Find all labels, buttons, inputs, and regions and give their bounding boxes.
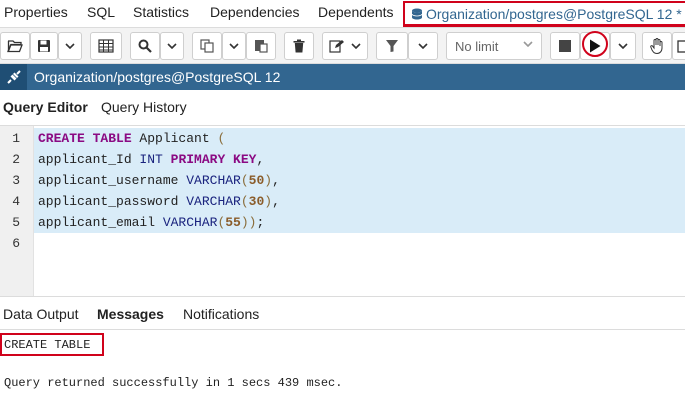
tab-dependencies[interactable]: Dependencies bbox=[210, 4, 300, 20]
tab-query-tool-label: Organization/postgres@PostgreSQL 12 * bbox=[426, 6, 682, 22]
code-line: 2 applicant_Id INT PRIMARY KEY, bbox=[0, 149, 685, 170]
message-result: CREATE TABLE bbox=[4, 338, 91, 352]
edit-button[interactable] bbox=[322, 32, 368, 60]
top-tab-bar: Properties SQL Statistics Dependencies D… bbox=[0, 0, 685, 28]
code-line: 6 bbox=[0, 233, 685, 254]
clipboard-icon bbox=[677, 40, 685, 53]
line-number: 1 bbox=[12, 131, 20, 146]
filter-dropdown-button[interactable] bbox=[408, 32, 438, 60]
line-number: 4 bbox=[12, 194, 20, 209]
filter-icon bbox=[386, 40, 398, 52]
execute-highlight-circle bbox=[582, 31, 608, 57]
paste-icon bbox=[255, 40, 268, 53]
tab-dependents[interactable]: Dependents bbox=[318, 4, 394, 20]
trash-icon bbox=[293, 39, 305, 53]
save-icon bbox=[38, 40, 50, 52]
chevron-down-icon bbox=[351, 43, 361, 49]
more-tools-button[interactable] bbox=[672, 32, 685, 60]
execute-dropdown-button[interactable] bbox=[610, 32, 636, 60]
tab-statistics[interactable]: Statistics bbox=[133, 4, 189, 20]
chevron-down-icon bbox=[418, 43, 428, 49]
connection-bar[interactable]: Organization/postgres@PostgreSQL 12 bbox=[0, 64, 685, 90]
filter-button[interactable] bbox=[376, 32, 408, 60]
tab-notifications[interactable]: Notifications bbox=[183, 306, 259, 322]
grid-icon bbox=[98, 39, 114, 53]
code-line: 5 applicant_email VARCHAR(55)); bbox=[0, 212, 685, 233]
copy-icon bbox=[200, 39, 214, 53]
line-number: 2 bbox=[12, 152, 20, 167]
line-number: 5 bbox=[12, 215, 20, 230]
chevron-down-icon bbox=[523, 41, 533, 47]
find-button[interactable] bbox=[130, 32, 160, 60]
code-line: 4 applicant_password VARCHAR(30), bbox=[0, 191, 685, 212]
code-text: applicant_username VARCHAR(50), bbox=[38, 173, 280, 188]
code-line: 1 CREATE TABLE Applicant ( bbox=[0, 128, 685, 149]
paste-button[interactable] bbox=[246, 32, 276, 60]
code-text: CREATE TABLE Applicant ( bbox=[38, 131, 226, 146]
row-limit-select[interactable]: No limit bbox=[446, 32, 542, 60]
chevron-down-icon bbox=[618, 43, 628, 49]
chevron-down-icon bbox=[229, 43, 239, 49]
save-button[interactable] bbox=[30, 32, 58, 60]
edit-icon bbox=[329, 40, 344, 53]
editor-tab-bar: Query Editor Query History bbox=[0, 90, 685, 126]
tab-query-editor[interactable]: Query Editor bbox=[3, 99, 88, 115]
view-data-button[interactable] bbox=[90, 32, 122, 60]
line-number: 3 bbox=[12, 173, 20, 188]
query-toolbar: No limit bbox=[0, 28, 685, 64]
code-text: applicant_email VARCHAR(55)); bbox=[38, 215, 265, 230]
line-number: 6 bbox=[12, 236, 20, 251]
code-line: 3 applicant_username VARCHAR(50), bbox=[0, 170, 685, 191]
code-text: applicant_Id INT PRIMARY KEY, bbox=[38, 152, 265, 167]
connection-status-icon[interactable] bbox=[0, 64, 27, 90]
tab-sql[interactable]: SQL bbox=[87, 4, 115, 20]
delete-button[interactable] bbox=[284, 32, 314, 60]
search-icon bbox=[138, 39, 152, 53]
open-file-button[interactable] bbox=[0, 32, 30, 60]
tab-data-output[interactable]: Data Output bbox=[3, 306, 79, 322]
sql-editor[interactable]: 1 CREATE TABLE Applicant ( 2 applicant_I… bbox=[0, 126, 685, 296]
find-dropdown-button[interactable] bbox=[160, 32, 184, 60]
chevron-down-icon bbox=[65, 43, 75, 49]
stop-icon bbox=[559, 40, 571, 52]
tab-query-history[interactable]: Query History bbox=[101, 99, 187, 115]
chevron-down-icon bbox=[167, 43, 177, 49]
copy-button[interactable] bbox=[192, 32, 222, 60]
tab-messages[interactable]: Messages bbox=[97, 306, 164, 322]
message-status: Query returned successfully in 1 secs 43… bbox=[4, 376, 343, 390]
plug-icon bbox=[6, 70, 21, 84]
database-icon bbox=[411, 8, 423, 20]
stop-button[interactable] bbox=[550, 32, 580, 60]
tab-query-tool[interactable]: Organization/postgres@PostgreSQL 12 * bbox=[403, 1, 685, 27]
tab-properties[interactable]: Properties bbox=[4, 4, 68, 20]
hand-icon bbox=[650, 38, 663, 54]
open-file-icon bbox=[7, 40, 23, 53]
save-dropdown-button[interactable] bbox=[58, 32, 82, 60]
row-limit-value: No limit bbox=[455, 38, 499, 54]
output-tab-bar: Data Output Messages Notifications bbox=[0, 296, 685, 330]
connection-title: Organization/postgres@PostgreSQL 12 bbox=[34, 69, 281, 85]
code-text: applicant_password VARCHAR(30), bbox=[38, 194, 280, 209]
cancel-query-button[interactable] bbox=[642, 32, 672, 60]
copy-dropdown-button[interactable] bbox=[222, 32, 246, 60]
